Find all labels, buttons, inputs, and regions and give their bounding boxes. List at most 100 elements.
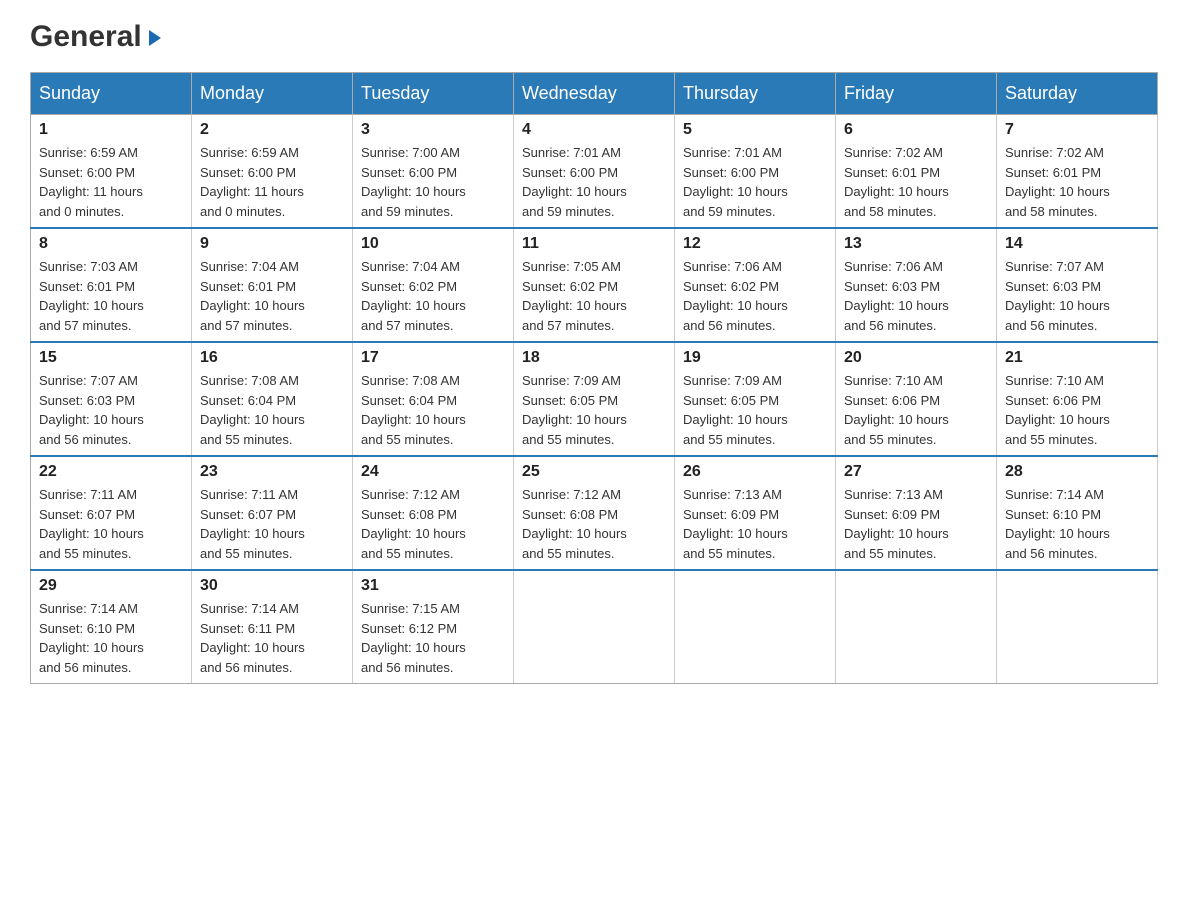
day-info: Sunrise: 7:02 AMSunset: 6:01 PMDaylight:… [1005, 143, 1149, 221]
calendar-header-thursday: Thursday [675, 73, 836, 115]
calendar-week-row: 29Sunrise: 7:14 AMSunset: 6:10 PMDayligh… [31, 570, 1158, 684]
logo-line1: General [30, 20, 163, 54]
logo-triangle-icon [145, 28, 163, 46]
day-info: Sunrise: 7:02 AMSunset: 6:01 PMDaylight:… [844, 143, 988, 221]
day-info: Sunrise: 7:13 AMSunset: 6:09 PMDaylight:… [683, 485, 827, 563]
day-number: 26 [683, 463, 827, 481]
calendar-cell: 17 Sunrise: 7:08 AMSunset: 6:04 PMDayligh… [353, 342, 514, 456]
calendar-cell: 30 Sunrise: 7:14 AMSunset: 6:11 PMDayligh… [192, 570, 353, 684]
day-info: Sunrise: 6:59 AMSunset: 6:00 PMDaylight:… [200, 143, 344, 221]
day-number: 27 [844, 463, 988, 481]
day-info: Sunrise: 7:09 AMSunset: 6:05 PMDaylight:… [522, 371, 666, 449]
calendar-table: SundayMondayTuesdayWednesdayThursdayFrid… [30, 72, 1158, 684]
calendar-cell: 14Sunrise: 7:07 AMSunset: 6:03 PMDayligh… [997, 228, 1158, 342]
calendar-cell: 31 Sunrise: 7:15 AMSunset: 6:12 PMDayligh… [353, 570, 514, 684]
calendar-cell: 3Sunrise: 7:00 AMSunset: 6:00 PMDaylight… [353, 115, 514, 229]
day-info: Sunrise: 7:10 AMSunset: 6:06 PMDaylight:… [844, 371, 988, 449]
calendar-cell: 9 Sunrise: 7:04 AMSunset: 6:01 PMDaylight… [192, 228, 353, 342]
day-number: 5 [683, 121, 827, 139]
day-info: Sunrise: 7:04 AMSunset: 6:01 PMDaylight:… [200, 257, 344, 335]
day-number: 18 [522, 349, 666, 367]
day-number: 12 [683, 235, 827, 253]
calendar-cell: 6 Sunrise: 7:02 AMSunset: 6:01 PMDaylight… [836, 115, 997, 229]
day-number: 10 [361, 235, 505, 253]
day-number: 13 [844, 235, 988, 253]
calendar-cell: 27 Sunrise: 7:13 AMSunset: 6:09 PMDayligh… [836, 456, 997, 570]
calendar-cell: 25 Sunrise: 7:12 AMSunset: 6:08 PMDayligh… [514, 456, 675, 570]
day-number: 8 [39, 235, 183, 253]
calendar-cell: 19 Sunrise: 7:09 AMSunset: 6:05 PMDayligh… [675, 342, 836, 456]
day-info: Sunrise: 7:14 AMSunset: 6:10 PMDaylight:… [1005, 485, 1149, 563]
page-header: General [30, 20, 1158, 52]
calendar-week-row: 1Sunrise: 6:59 AMSunset: 6:00 PMDaylight… [31, 115, 1158, 229]
calendar-header-monday: Monday [192, 73, 353, 115]
logo-text-general: General [30, 20, 142, 54]
day-number: 2 [200, 121, 344, 139]
day-info: Sunrise: 7:06 AMSunset: 6:03 PMDaylight:… [844, 257, 988, 335]
calendar-cell: 8 Sunrise: 7:03 AMSunset: 6:01 PMDaylight… [31, 228, 192, 342]
day-number: 15 [39, 349, 183, 367]
day-number: 28 [1005, 463, 1149, 481]
day-number: 19 [683, 349, 827, 367]
day-info: Sunrise: 7:07 AMSunset: 6:03 PMDaylight:… [1005, 257, 1149, 335]
day-info: Sunrise: 7:13 AMSunset: 6:09 PMDaylight:… [844, 485, 988, 563]
calendar-header-friday: Friday [836, 73, 997, 115]
day-number: 6 [844, 121, 988, 139]
day-info: Sunrise: 7:07 AMSunset: 6:03 PMDaylight:… [39, 371, 183, 449]
day-info: Sunrise: 7:15 AMSunset: 6:12 PMDaylight:… [361, 599, 505, 677]
day-info: Sunrise: 7:08 AMSunset: 6:04 PMDaylight:… [361, 371, 505, 449]
calendar-header-wednesday: Wednesday [514, 73, 675, 115]
calendar-cell: 13 Sunrise: 7:06 AMSunset: 6:03 PMDayligh… [836, 228, 997, 342]
calendar-header-saturday: Saturday [997, 73, 1158, 115]
calendar-cell: 16 Sunrise: 7:08 AMSunset: 6:04 PMDayligh… [192, 342, 353, 456]
day-number: 31 [361, 577, 505, 595]
calendar-cell: 24 Sunrise: 7:12 AMSunset: 6:08 PMDayligh… [353, 456, 514, 570]
day-info: Sunrise: 7:08 AMSunset: 6:04 PMDaylight:… [200, 371, 344, 449]
calendar-cell: 1Sunrise: 6:59 AMSunset: 6:00 PMDaylight… [31, 115, 192, 229]
calendar-cell [514, 570, 675, 684]
calendar-cell: 15 Sunrise: 7:07 AMSunset: 6:03 PMDayligh… [31, 342, 192, 456]
day-number: 25 [522, 463, 666, 481]
day-info: Sunrise: 7:01 AMSunset: 6:00 PMDaylight:… [522, 143, 666, 221]
calendar-cell: 26 Sunrise: 7:13 AMSunset: 6:09 PMDayligh… [675, 456, 836, 570]
day-info: Sunrise: 7:10 AMSunset: 6:06 PMDaylight:… [1005, 371, 1149, 449]
day-info: Sunrise: 6:59 AMSunset: 6:00 PMDaylight:… [39, 143, 183, 221]
day-number: 7 [1005, 121, 1149, 139]
calendar-cell: 10Sunrise: 7:04 AMSunset: 6:02 PMDayligh… [353, 228, 514, 342]
day-number: 17 [361, 349, 505, 367]
day-info: Sunrise: 7:11 AMSunset: 6:07 PMDaylight:… [39, 485, 183, 563]
calendar-header-tuesday: Tuesday [353, 73, 514, 115]
calendar-cell: 11Sunrise: 7:05 AMSunset: 6:02 PMDayligh… [514, 228, 675, 342]
day-info: Sunrise: 7:06 AMSunset: 6:02 PMDaylight:… [683, 257, 827, 335]
calendar-cell [675, 570, 836, 684]
day-info: Sunrise: 7:09 AMSunset: 6:05 PMDaylight:… [683, 371, 827, 449]
day-info: Sunrise: 7:11 AMSunset: 6:07 PMDaylight:… [200, 485, 344, 563]
calendar-cell: 28 Sunrise: 7:14 AMSunset: 6:10 PMDayligh… [997, 456, 1158, 570]
calendar-cell [997, 570, 1158, 684]
day-info: Sunrise: 7:12 AMSunset: 6:08 PMDaylight:… [522, 485, 666, 563]
day-info: Sunrise: 7:14 AMSunset: 6:11 PMDaylight:… [200, 599, 344, 677]
calendar-cell: 5 Sunrise: 7:01 AMSunset: 6:00 PMDaylight… [675, 115, 836, 229]
calendar-cell: 12 Sunrise: 7:06 AMSunset: 6:02 PMDayligh… [675, 228, 836, 342]
calendar-cell: 2 Sunrise: 6:59 AMSunset: 6:00 PMDaylight… [192, 115, 353, 229]
calendar-cell: 20 Sunrise: 7:10 AMSunset: 6:06 PMDayligh… [836, 342, 997, 456]
day-number: 30 [200, 577, 344, 595]
day-number: 3 [361, 121, 505, 139]
day-number: 9 [200, 235, 344, 253]
logo: General [30, 20, 163, 52]
day-number: 23 [200, 463, 344, 481]
day-number: 11 [522, 235, 666, 253]
day-info: Sunrise: 7:01 AMSunset: 6:00 PMDaylight:… [683, 143, 827, 221]
day-number: 24 [361, 463, 505, 481]
day-number: 22 [39, 463, 183, 481]
day-number: 20 [844, 349, 988, 367]
calendar-cell: 7 Sunrise: 7:02 AMSunset: 6:01 PMDaylight… [997, 115, 1158, 229]
calendar-cell: 18 Sunrise: 7:09 AMSunset: 6:05 PMDayligh… [514, 342, 675, 456]
calendar-cell: 4Sunrise: 7:01 AMSunset: 6:00 PMDaylight… [514, 115, 675, 229]
day-number: 21 [1005, 349, 1149, 367]
calendar-week-row: 8 Sunrise: 7:03 AMSunset: 6:01 PMDaylight… [31, 228, 1158, 342]
calendar-cell: 23 Sunrise: 7:11 AMSunset: 6:07 PMDayligh… [192, 456, 353, 570]
day-info: Sunrise: 7:12 AMSunset: 6:08 PMDaylight:… [361, 485, 505, 563]
day-info: Sunrise: 7:03 AMSunset: 6:01 PMDaylight:… [39, 257, 183, 335]
day-number: 16 [200, 349, 344, 367]
